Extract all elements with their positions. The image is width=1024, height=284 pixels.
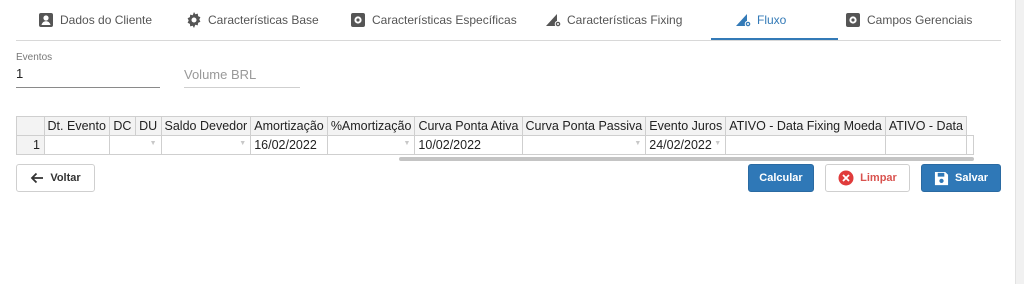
grid-cell[interactable]: 16/02/2022 [250, 135, 328, 155]
grid-cell[interactable] [43, 135, 110, 155]
eventos-label: Eventos [16, 52, 53, 63]
calcular-label: Calcular [759, 172, 803, 184]
grid-cell-dropdown[interactable]: 24/02/2022 [645, 135, 727, 155]
grid-cell[interactable] [884, 135, 968, 155]
col-header-pct-amortizacao[interactable]: %Amortização [326, 116, 416, 136]
grid-cell[interactable] [966, 135, 974, 155]
floppy-disk-icon [934, 171, 949, 185]
tab-label: Características Específicas [372, 13, 517, 27]
gear-icon [187, 12, 201, 28]
arrow-left-icon [31, 172, 44, 184]
grid-cell[interactable] [725, 135, 886, 155]
limpar-label: Limpar [860, 172, 897, 184]
gear-box-icon [351, 13, 365, 27]
tab-caracteristicas-base[interactable]: Características Base [186, 0, 319, 40]
grid-cell[interactable]: 10/02/2022 [414, 135, 523, 155]
tab-label: Características Fixing [567, 13, 683, 27]
tab-label: Dados do Cliente [60, 13, 153, 27]
tab-caracteristicas-fixing[interactable]: Características Fixing [545, 0, 682, 40]
tab-bar: Dados do Cliente Características Base Ca… [16, 0, 1001, 41]
tab-fluxo[interactable]: Fluxo [735, 0, 786, 40]
col-header-du[interactable]: DU [134, 116, 162, 136]
table-row: 1 16/02/2022 10/02/2022 24/02/2022 [16, 135, 974, 155]
col-header-dt-evento[interactable]: Dt. Evento [43, 116, 110, 136]
col-header-dc[interactable]: DC [108, 116, 136, 136]
grid-header-row: Dt. Evento DC DU Saldo Devedor Amortizaç… [16, 116, 974, 136]
grid-corner [16, 116, 45, 136]
close-circle-icon [838, 170, 854, 186]
active-tab-indicator [711, 38, 838, 40]
tab-caracteristicas-especificas[interactable]: Características Específicas [350, 0, 517, 40]
col-header-ativo-data[interactable]: ATIVO - Data [884, 116, 968, 136]
fluxo-grid: Dt. Evento DC DU Saldo Devedor Amortizaç… [16, 116, 974, 156]
limpar-button[interactable]: Limpar [825, 164, 910, 192]
tab-dados-do-cliente[interactable]: Dados do Cliente [38, 0, 152, 40]
col-header-saldo-devedor[interactable]: Saldo Devedor [160, 116, 252, 136]
row-number: 1 [16, 135, 45, 155]
tab-label: Campos Gerenciais [867, 13, 973, 27]
grid-horizontal-scrollbar[interactable] [399, 157, 974, 161]
col-header-curva-ponta-passiva[interactable]: Curva Ponta Passiva [521, 116, 647, 136]
gear-box-icon [846, 13, 860, 27]
eventos-underline [16, 87, 160, 88]
salvar-label: Salvar [954, 172, 989, 184]
grid-cell-dropdown[interactable] [108, 135, 162, 155]
volume-brl-input[interactable]: Volume BRL [184, 67, 256, 82]
volume-brl-underline [184, 87, 300, 88]
col-header-ativo-data-fixing-moeda[interactable]: ATIVO - Data Fixing Moeda [725, 116, 886, 136]
grid-cell-dropdown[interactable] [326, 135, 416, 155]
chart-gear-icon [546, 14, 561, 28]
col-header-amortizacao[interactable]: Amortização [250, 116, 328, 136]
tab-label: Fluxo [757, 13, 787, 27]
salvar-button[interactable]: Salvar [921, 164, 1001, 192]
tab-label: Características Base [208, 13, 319, 27]
grid-cell-dropdown[interactable] [521, 135, 647, 155]
user-card-icon [39, 13, 53, 27]
voltar-label: Voltar [50, 172, 81, 184]
page-scrollbar[interactable] [1015, 0, 1024, 284]
voltar-button[interactable]: Voltar [16, 164, 95, 192]
col-header-evento-juros[interactable]: Evento Juros [645, 116, 727, 136]
grid-cell-dropdown[interactable] [160, 135, 252, 155]
chart-gear-icon [736, 14, 751, 28]
col-header-curva-ponta-ativa[interactable]: Curva Ponta Ativa [414, 116, 523, 136]
eventos-input[interactable]: 1 [16, 66, 23, 81]
calcular-button[interactable]: Calcular [748, 164, 814, 192]
tab-campos-gerenciais[interactable]: Campos Gerenciais [845, 0, 972, 40]
